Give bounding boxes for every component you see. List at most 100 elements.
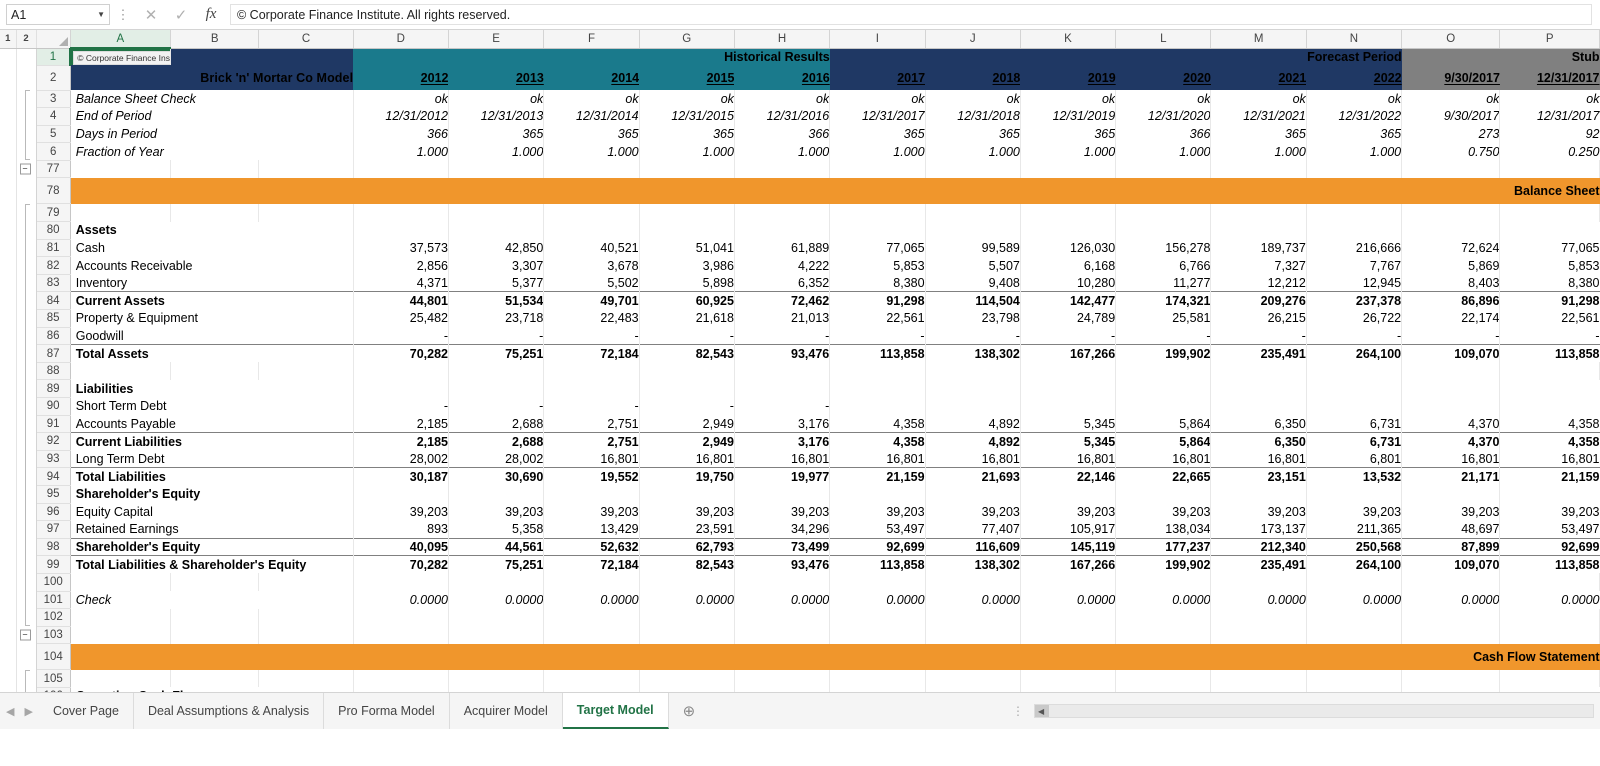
row-label-101[interactable]: Check — [70, 591, 353, 609]
cell-80-7[interactable] — [1020, 222, 1115, 240]
row-label-87[interactable]: Total Assets — [70, 345, 353, 363]
outline-gutter-2[interactable] — [16, 433, 36, 451]
cell-89-12[interactable] — [1500, 380, 1600, 398]
cell-83-6[interactable]: 9,408 — [925, 274, 1020, 292]
cell-92-6[interactable]: 4,892 — [925, 433, 1020, 451]
horizontal-scrollbar[interactable]: ◀ — [1034, 704, 1594, 718]
row-header-84[interactable]: 84 — [36, 292, 70, 310]
cell-empty[interactable] — [448, 160, 543, 178]
cell-85-9[interactable]: 26,215 — [1211, 310, 1306, 328]
cell-82-4[interactable]: 4,222 — [734, 257, 829, 275]
row-label-6[interactable]: Fraction of Year — [70, 143, 353, 161]
cell-92-12[interactable]: 4,358 — [1500, 433, 1600, 451]
cell-81-0[interactable]: 37,573 — [353, 239, 448, 257]
cell-empty[interactable] — [1306, 204, 1401, 222]
cell-81-6[interactable]: 99,589 — [925, 239, 1020, 257]
chevron-down-icon[interactable]: ▼ — [97, 10, 105, 19]
cell-empty[interactable] — [171, 204, 259, 222]
cell-86-3[interactable]: - — [639, 327, 734, 345]
cell-95-9[interactable] — [1211, 485, 1306, 503]
cell-93-5[interactable]: 16,801 — [830, 450, 925, 468]
cell-98-3[interactable]: 62,793 — [639, 538, 734, 556]
cell-93-8[interactable]: 16,801 — [1116, 450, 1211, 468]
cell-97-6[interactable]: 77,407 — [925, 521, 1020, 539]
outline-gutter-2[interactable] — [16, 556, 36, 574]
cell-98-1[interactable]: 44,561 — [448, 538, 543, 556]
cell-empty[interactable] — [259, 362, 353, 380]
cell-empty[interactable] — [259, 609, 353, 627]
column-header-C[interactable]: C — [259, 30, 353, 48]
cell-empty[interactable] — [1500, 204, 1600, 222]
cell-96-2[interactable]: 39,203 — [544, 503, 639, 521]
cell-98-4[interactable]: 73,499 — [734, 538, 829, 556]
cell-93-4[interactable]: 16,801 — [734, 450, 829, 468]
row-label-93[interactable]: Long Term Debt — [70, 450, 353, 468]
cell-95-11[interactable] — [1402, 485, 1500, 503]
cell-empty[interactable] — [353, 626, 448, 644]
cell-94-8[interactable]: 22,665 — [1116, 468, 1211, 486]
outline-gutter-2[interactable] — [16, 670, 36, 688]
row-label-92[interactable]: Current Liabilities — [70, 433, 353, 451]
cell-86-2[interactable]: - — [544, 327, 639, 345]
cell-empty[interactable] — [544, 670, 639, 688]
cell-empty[interactable] — [171, 670, 259, 688]
column-header-G[interactable]: G — [639, 30, 734, 48]
column-header-L[interactable]: L — [1116, 30, 1211, 48]
cell-95-10[interactable] — [1306, 485, 1401, 503]
cell-6-1[interactable]: 1.000 — [448, 143, 543, 161]
cell-6-12[interactable]: 0.250 — [1500, 143, 1600, 161]
cell-3-0[interactable]: ok — [353, 90, 448, 108]
cell-empty[interactable] — [734, 573, 829, 591]
cell-81-1[interactable]: 42,850 — [448, 239, 543, 257]
row-label-98[interactable]: Shareholder's Equity — [70, 538, 353, 556]
row-label-95[interactable]: Shareholder's Equity — [70, 485, 353, 503]
cell-5-7[interactable]: 365 — [1020, 125, 1115, 143]
cell-empty[interactable] — [1500, 670, 1600, 688]
cell-empty[interactable] — [1211, 626, 1306, 644]
cell-87-4[interactable]: 93,476 — [734, 345, 829, 363]
cell-80-6[interactable] — [925, 222, 1020, 240]
cell-95-1[interactable] — [448, 485, 543, 503]
row-header-86[interactable]: 86 — [36, 327, 70, 345]
cell-81-5[interactable]: 77,065 — [830, 239, 925, 257]
cell-98-9[interactable]: 212,340 — [1211, 538, 1306, 556]
cell-6-9[interactable]: 1.000 — [1211, 143, 1306, 161]
cell-80-10[interactable] — [1306, 222, 1401, 240]
cell-99-8[interactable]: 199,902 — [1116, 556, 1211, 574]
cell-94-7[interactable]: 22,146 — [1020, 468, 1115, 486]
cell-empty[interactable] — [1402, 160, 1500, 178]
cell-99-1[interactable]: 75,251 — [448, 556, 543, 574]
outline-gutter-2[interactable] — [16, 644, 36, 670]
row-header-90[interactable]: 90 — [36, 398, 70, 416]
row-header-87[interactable]: 87 — [36, 345, 70, 363]
row-header-95[interactable]: 95 — [36, 485, 70, 503]
cell-87-5[interactable]: 113,858 — [830, 345, 925, 363]
cell-90-3[interactable]: - — [639, 398, 734, 416]
cell-84-4[interactable]: 72,462 — [734, 292, 829, 310]
cell-4-8[interactable]: 12/31/2020 — [1116, 108, 1211, 126]
row-label-94[interactable]: Total Liabilities — [70, 468, 353, 486]
cell-101-2[interactable]: 0.0000 — [544, 591, 639, 609]
column-header-H[interactable]: H — [734, 30, 829, 48]
cell-3-10[interactable]: ok — [1306, 90, 1401, 108]
outline-gutter-2[interactable] — [16, 48, 36, 65]
cell-89-3[interactable] — [639, 380, 734, 398]
row-header-105[interactable]: 105 — [36, 670, 70, 688]
cell-empty[interactable] — [1116, 670, 1211, 688]
cell-94-1[interactable]: 30,690 — [448, 468, 543, 486]
cell-empty[interactable] — [1306, 573, 1401, 591]
outline-gutter-2[interactable] — [16, 292, 36, 310]
row-header-100[interactable]: 100 — [36, 573, 70, 591]
cell-3-12[interactable]: ok — [1500, 90, 1600, 108]
cell-83-7[interactable]: 10,280 — [1020, 274, 1115, 292]
cell-81-12[interactable]: 77,065 — [1500, 239, 1600, 257]
cell-93-1[interactable]: 28,002 — [448, 450, 543, 468]
cell-81-11[interactable]: 72,624 — [1402, 239, 1500, 257]
insert-function-icon[interactable]: fx — [196, 6, 226, 23]
cell-6-4[interactable]: 1.000 — [734, 143, 829, 161]
cell-empty[interactable] — [925, 670, 1020, 688]
cell-6-7[interactable]: 1.000 — [1020, 143, 1115, 161]
cell-5-6[interactable]: 365 — [925, 125, 1020, 143]
cell-empty[interactable] — [448, 670, 543, 688]
cell-3-1[interactable]: ok — [448, 90, 543, 108]
